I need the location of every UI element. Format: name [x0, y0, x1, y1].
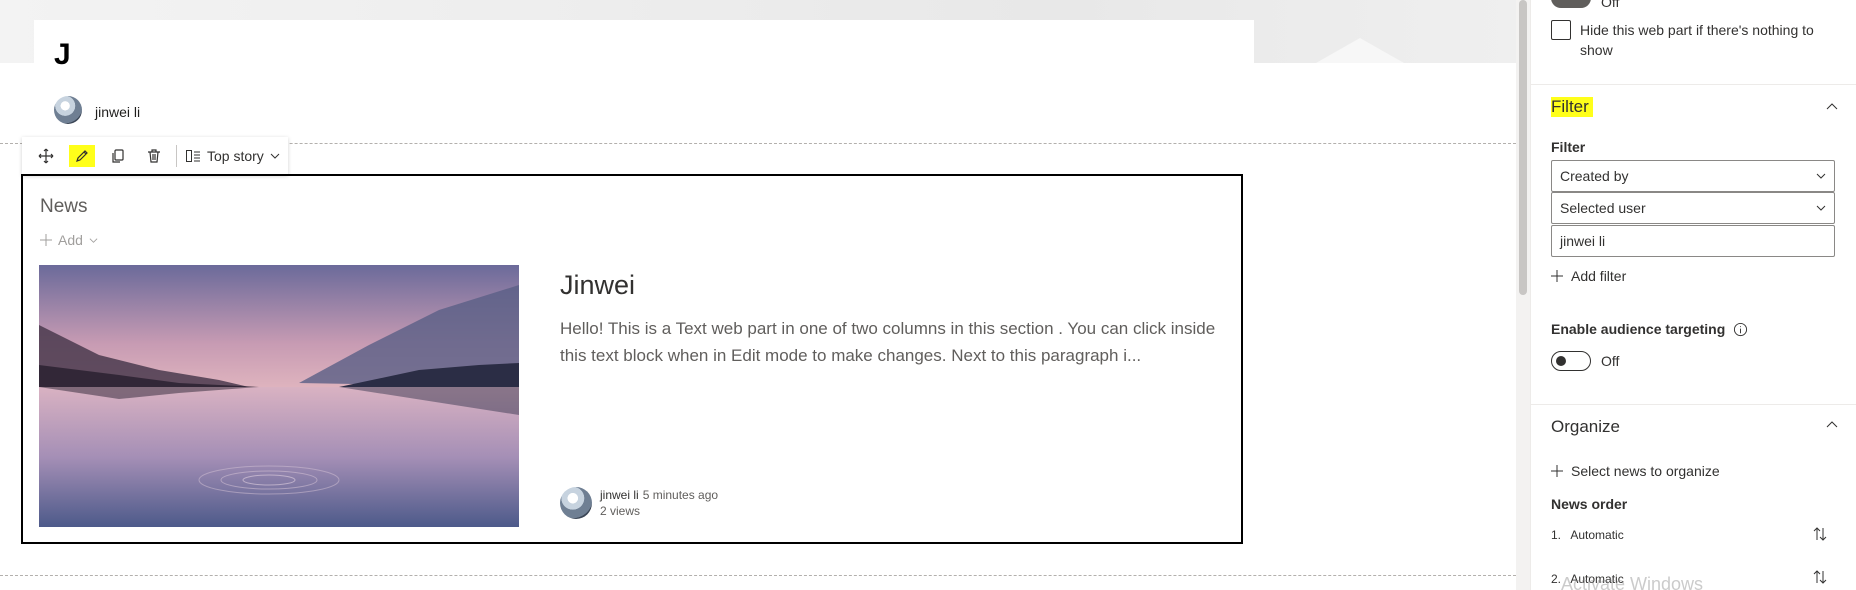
chevron-down-icon	[89, 237, 98, 243]
property-pane: Off Hide this web part if there's nothin…	[1530, 0, 1856, 590]
add-label: Add	[58, 232, 83, 248]
audience-toggle[interactable]	[1551, 351, 1591, 371]
user-dropdown[interactable]: Selected user	[1551, 192, 1835, 224]
duplicate-icon	[112, 149, 124, 163]
info-icon[interactable]	[1733, 322, 1748, 337]
webpart-title[interactable]: News	[40, 196, 88, 218]
pencil-icon	[76, 150, 88, 162]
duplicate-button[interactable]	[100, 140, 136, 172]
author-avatar	[54, 96, 82, 124]
news-order-label: News order	[1551, 496, 1628, 512]
filter-by-value: Created by	[1560, 168, 1629, 184]
story-byline: jinwei li 5 minutes ago	[600, 488, 718, 502]
chevron-down-icon	[1816, 173, 1826, 179]
delete-button[interactable]	[136, 140, 172, 172]
toggle-knob	[1556, 356, 1566, 366]
chevron-up-icon[interactable]	[1826, 101, 1838, 113]
chevron-up-icon[interactable]	[1826, 419, 1838, 431]
top-toggle[interactable]	[1551, 0, 1591, 8]
story-author-name: jinwei li	[600, 488, 639, 502]
sharepoint-edit-page: J jinwei li Top story News Add Jinwei He…	[0, 0, 1856, 590]
plus-icon	[40, 234, 52, 246]
layout-label: Top story	[207, 148, 264, 164]
chevron-down-icon	[1816, 205, 1826, 211]
filter-by-dropdown[interactable]: Created by	[1551, 160, 1835, 192]
order-number: 1.	[1551, 528, 1562, 542]
select-news-label: Select news to organize	[1571, 463, 1720, 479]
audience-targeting-label: Enable audience targeting	[1551, 321, 1726, 337]
filter-section-heading[interactable]: Filter	[1551, 97, 1593, 117]
audience-targeting-row: Enable audience targeting	[1551, 321, 1748, 337]
move-icon	[38, 148, 54, 164]
page-scrollbar-thumb[interactable]	[1519, 0, 1527, 295]
webpart-toolbar: Top story	[22, 137, 288, 175]
story-description: Hello! This is a Text web part in one of…	[560, 319, 1216, 365]
trash-icon	[148, 149, 160, 163]
plus-icon	[1551, 270, 1563, 282]
toolbar-separator	[176, 145, 177, 167]
move-button[interactable]	[28, 140, 64, 172]
user-name-field[interactable]: jinwei li	[1551, 225, 1835, 257]
story-author-avatar	[560, 487, 592, 519]
filter-label: Filter	[1551, 139, 1586, 155]
user-option-value: Selected user	[1560, 200, 1646, 216]
select-news-button[interactable]: Select news to organize	[1551, 463, 1720, 479]
audience-toggle-label: Off	[1601, 353, 1620, 369]
pane-divider	[1531, 84, 1856, 85]
hide-webpart-label: Hide this web part if there's nothing to…	[1580, 22, 1814, 58]
page-title[interactable]: J	[54, 38, 71, 72]
section-divider-bottom	[0, 575, 1516, 576]
order-number: 2.	[1551, 572, 1562, 586]
layout-dropdown[interactable]: Top story	[181, 148, 284, 164]
title-area	[34, 20, 1254, 90]
sort-icon[interactable]	[1812, 526, 1828, 542]
news-hero-image[interactable]	[39, 265, 519, 527]
sort-icon[interactable]	[1812, 569, 1828, 585]
add-filter-button[interactable]: Add filter	[1551, 268, 1626, 284]
author-name: jinwei li	[95, 104, 141, 120]
lake-landscape-image	[39, 265, 519, 527]
banner-decoration	[1316, 38, 1404, 63]
chevron-down-icon	[270, 153, 280, 159]
edit-webpart-button[interactable]	[69, 145, 95, 167]
order-value: Automatic	[1570, 528, 1624, 542]
activate-windows-watermark: Activate Windows	[1561, 574, 1704, 590]
story-time: 5 minutes ago	[642, 488, 719, 502]
pane-divider	[1531, 404, 1856, 405]
top-toggle-label: Off	[1601, 0, 1620, 10]
story-title[interactable]: Jinwei	[560, 270, 635, 301]
add-news-button[interactable]: Add	[40, 232, 98, 248]
hide-webpart-checkbox[interactable]	[1551, 20, 1571, 40]
plus-icon	[1551, 465, 1563, 477]
organize-section-heading[interactable]: Organize	[1551, 417, 1620, 437]
news-order-row[interactable]: 1. Automatic	[1551, 528, 1624, 542]
add-filter-label: Add filter	[1571, 268, 1627, 284]
layout-icon	[186, 150, 200, 162]
story-views: 2 views	[600, 504, 641, 518]
